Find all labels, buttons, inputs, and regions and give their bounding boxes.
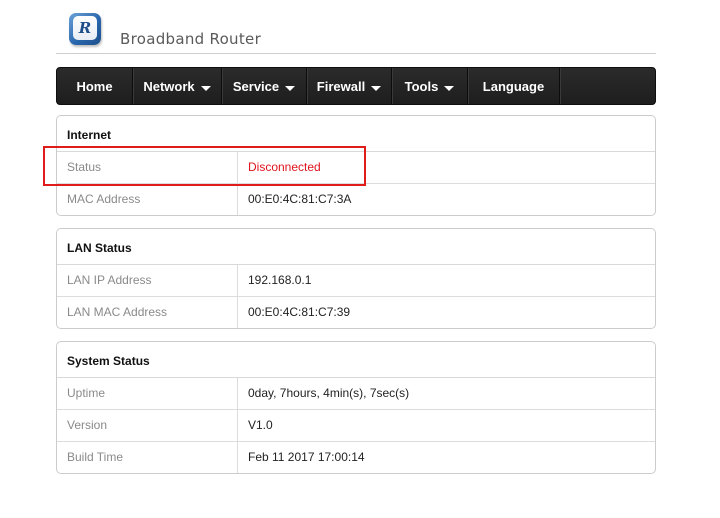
caret-down-icon	[200, 86, 211, 91]
nav-home-label: Home	[76, 78, 113, 94]
build-time-label: Build Time	[57, 442, 238, 473]
nav-firewall[interactable]: Firewall	[307, 68, 392, 104]
nav-language-label: Language	[482, 78, 545, 94]
nav-tools[interactable]: Tools	[392, 68, 468, 104]
table-row: Uptime 0day, 7hours, 4min(s), 7sec(s)	[57, 378, 655, 410]
lan-status-panel: LAN Status LAN IP Address 192.168.0.1 LA…	[56, 228, 656, 329]
panel-title: LAN Status	[57, 229, 655, 265]
nav-tools-label: Tools	[404, 78, 439, 94]
version-value: V1.0	[248, 418, 273, 432]
nav-service[interactable]: Service	[222, 68, 307, 104]
mac-address-value: 00:E0:4C:81:C7:3A	[248, 192, 352, 206]
table-row: MAC Address 00:E0:4C:81:C7:3A	[57, 184, 655, 215]
lan-mac-value: 00:E0:4C:81:C7:39	[248, 305, 351, 319]
nav-language[interactable]: Language	[468, 68, 560, 104]
table-row: Version V1.0	[57, 410, 655, 442]
app-title: Broadband Router	[120, 30, 262, 48]
lan-ip-value: 192.168.0.1	[248, 273, 312, 287]
caret-down-icon	[285, 86, 296, 91]
table-row: Build Time Feb 11 2017 17:00:14	[57, 442, 655, 473]
main-navbar: Home Network Service Firewall Tools Lang…	[56, 67, 656, 105]
lan-ip-label: LAN IP Address	[57, 265, 238, 296]
panel-title: Internet	[57, 116, 655, 152]
nav-network[interactable]: Network	[133, 68, 222, 104]
table-row: LAN IP Address 192.168.0.1	[57, 265, 655, 297]
lan-mac-label: LAN MAC Address	[57, 297, 238, 328]
caret-down-icon	[444, 86, 455, 91]
status-label: Status	[57, 152, 238, 183]
table-row: LAN MAC Address 00:E0:4C:81:C7:39	[57, 297, 655, 328]
caret-down-icon	[371, 86, 382, 91]
nav-network-label: Network	[143, 78, 195, 94]
connection-status-value: Disconnected	[248, 160, 321, 174]
mac-address-label: MAC Address	[57, 184, 238, 215]
uptime-label: Uptime	[57, 378, 238, 409]
version-label: Version	[57, 410, 238, 441]
nav-home[interactable]: Home	[57, 68, 133, 104]
router-logo-icon: R	[69, 13, 101, 45]
uptime-value: 0day, 7hours, 4min(s), 7sec(s)	[248, 386, 410, 400]
logo-letter: R	[73, 16, 97, 40]
system-status-panel: System Status Uptime 0day, 7hours, 4min(…	[56, 341, 656, 474]
nav-firewall-label: Firewall	[316, 78, 366, 94]
internet-panel: Internet Status Disconnected MAC Address…	[56, 115, 656, 216]
panel-title: System Status	[57, 342, 655, 378]
header: R Broadband Router	[56, 0, 656, 54]
nav-service-label: Service	[232, 78, 280, 94]
table-row: Status Disconnected	[57, 152, 655, 184]
build-time-value: Feb 11 2017 17:00:14	[248, 450, 365, 464]
